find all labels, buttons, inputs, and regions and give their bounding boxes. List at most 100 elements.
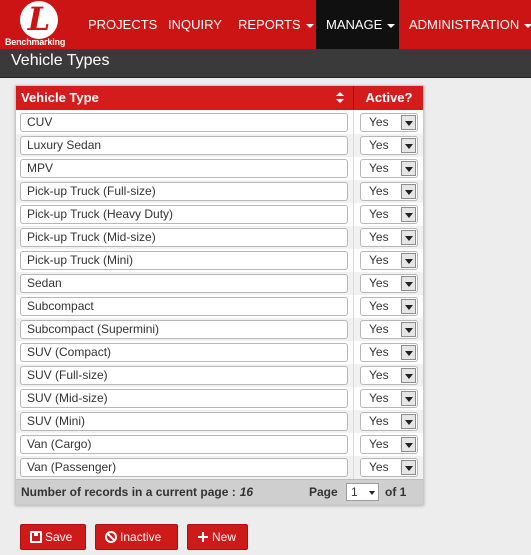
vehicle-type-input[interactable]: SUV (Compact)	[20, 343, 348, 362]
table-row: SUV (Full-size) Yes	[16, 364, 423, 387]
active-select[interactable]: Yes	[360, 435, 418, 454]
active-select-value: Yes	[369, 345, 389, 359]
page-select[interactable]: 1	[346, 483, 379, 501]
chevron-down-icon	[405, 167, 413, 172]
dropdown-button[interactable]	[401, 299, 416, 314]
page-total-label: of 1	[385, 485, 407, 499]
vehicle-type-input[interactable]: MPV	[20, 159, 348, 178]
active-select[interactable]: Yes	[360, 389, 418, 408]
chevron-down-icon	[405, 236, 413, 241]
active-select[interactable]: Yes	[360, 228, 418, 247]
active-select[interactable]: Yes	[360, 343, 418, 362]
dropdown-button[interactable]	[401, 276, 416, 291]
new-button-label: New	[212, 530, 237, 544]
table-row: Subcompact Yes	[16, 295, 423, 318]
active-select-value: Yes	[369, 253, 389, 267]
active-select[interactable]: Yes	[360, 412, 418, 431]
vehicle-type-input[interactable]: Van (Passenger)	[20, 458, 348, 477]
active-select-value: Yes	[369, 276, 389, 290]
dropdown-button[interactable]	[401, 345, 416, 360]
caret-down-icon	[524, 23, 531, 28]
table-row: SUV (Mini) Yes	[16, 410, 423, 433]
chevron-down-icon	[405, 466, 413, 471]
dropdown-button[interactable]	[401, 414, 416, 429]
vehicle-type-input[interactable]: Sedan	[20, 274, 348, 293]
nav-item-label: PROJECTS	[88, 17, 158, 32]
active-select-value: Yes	[369, 299, 389, 313]
active-select-value: Yes	[369, 207, 389, 221]
active-select[interactable]: Yes	[360, 458, 418, 477]
nav-item-administration[interactable]: ADMINISTRATION	[409, 0, 531, 49]
dropdown-button[interactable]	[401, 207, 416, 222]
active-select[interactable]: Yes	[360, 159, 418, 178]
nav-item-reports[interactable]: REPORTS	[238, 0, 314, 49]
nav-item-manage[interactable]: MANAGE	[316, 0, 399, 49]
dropdown-button[interactable]	[401, 368, 416, 383]
dropdown-button[interactable]	[401, 138, 416, 153]
dropdown-button[interactable]	[401, 115, 416, 130]
active-select[interactable]: Yes	[360, 205, 418, 224]
inactive-button[interactable]: Inactive	[95, 524, 178, 550]
chevron-down-icon	[405, 351, 413, 356]
column-header-vehicle-type[interactable]: Vehicle Type	[16, 86, 354, 110]
active-select[interactable]: Yes	[360, 366, 418, 385]
vehicle-type-cell: Subcompact (Supermini)	[16, 318, 354, 341]
table-row: Pick-up Truck (Heavy Duty) Yes	[16, 203, 423, 226]
nav-item-label: INQUIRY	[168, 17, 222, 32]
dropdown-button[interactable]	[401, 253, 416, 268]
grid-header: Vehicle Type Active?	[16, 86, 423, 110]
nav-item-projects[interactable]: PROJECTS	[88, 0, 157, 49]
dropdown-button[interactable]	[401, 322, 416, 337]
dropdown-button[interactable]	[401, 391, 416, 406]
chevron-down-icon	[405, 144, 413, 149]
active-select-value: Yes	[369, 460, 389, 474]
new-button[interactable]: New	[187, 524, 248, 550]
chevron-down-icon	[405, 305, 413, 310]
chevron-down-icon	[369, 491, 375, 495]
vehicle-type-input[interactable]: SUV (Mid-size)	[20, 389, 348, 408]
vehicle-type-input[interactable]: SUV (Mini)	[20, 412, 348, 431]
vehicle-type-cell: Pick-up Truck (Full-size)	[16, 180, 354, 203]
dropdown-button[interactable]	[401, 460, 416, 475]
vehicle-type-cell: SUV (Full-size)	[16, 364, 354, 387]
active-select[interactable]: Yes	[360, 274, 418, 293]
vehicle-type-cell: CUV	[16, 111, 354, 134]
active-select[interactable]: Yes	[360, 182, 418, 201]
plus-icon	[197, 531, 209, 543]
sort-icon[interactable]	[336, 92, 344, 104]
active-select-value: Yes	[369, 437, 389, 451]
save-button-label: Save	[45, 530, 73, 544]
vehicle-type-input[interactable]: Van (Cargo)	[20, 435, 348, 454]
vehicle-type-input[interactable]: Pick-up Truck (Full-size)	[20, 182, 348, 201]
vehicle-type-cell: Pick-up Truck (Heavy Duty)	[16, 203, 354, 226]
active-select[interactable]: Yes	[360, 251, 418, 270]
active-select[interactable]: Yes	[360, 136, 418, 155]
vehicle-type-input[interactable]: Subcompact	[20, 297, 348, 316]
nav-item-inquiry[interactable]: INQUIRY	[168, 0, 222, 49]
vehicle-type-input[interactable]: Pick-up Truck (Mini)	[20, 251, 348, 270]
logo[interactable]: L Benchmarking	[0, 0, 80, 49]
active-select[interactable]: Yes	[360, 113, 418, 132]
dropdown-button[interactable]	[401, 230, 416, 245]
dropdown-button[interactable]	[401, 437, 416, 452]
dropdown-button[interactable]	[401, 161, 416, 176]
table-row: Pick-up Truck (Mid-size) Yes	[16, 226, 423, 249]
vehicle-type-input[interactable]: SUV (Full-size)	[20, 366, 348, 385]
vehicle-types-grid: Vehicle Type Active? CUV Yes Luxury Sedan Y…	[15, 85, 424, 505]
logo-letter: L	[27, 0, 51, 38]
nav-item-label: REPORTS	[238, 17, 301, 32]
active-select[interactable]: Yes	[360, 320, 418, 339]
active-select[interactable]: Yes	[360, 297, 418, 316]
caret-down-icon	[387, 23, 396, 28]
vehicle-type-input[interactable]: Pick-up Truck (Heavy Duty)	[20, 205, 348, 224]
save-button[interactable]: Save	[20, 524, 86, 550]
vehicle-type-input[interactable]: Subcompact (Supermini)	[20, 320, 348, 339]
chevron-down-icon	[405, 282, 413, 287]
dropdown-button[interactable]	[401, 184, 416, 199]
vehicle-type-input[interactable]: Pick-up Truck (Mid-size)	[20, 228, 348, 247]
records-label-text: Number of records in a current page :	[21, 485, 236, 499]
vehicle-type-input[interactable]: Luxury Sedan	[20, 136, 348, 155]
column-header-label: Vehicle Type	[21, 90, 99, 105]
active-select-value: Yes	[369, 161, 389, 175]
vehicle-type-input[interactable]: CUV	[20, 113, 348, 132]
